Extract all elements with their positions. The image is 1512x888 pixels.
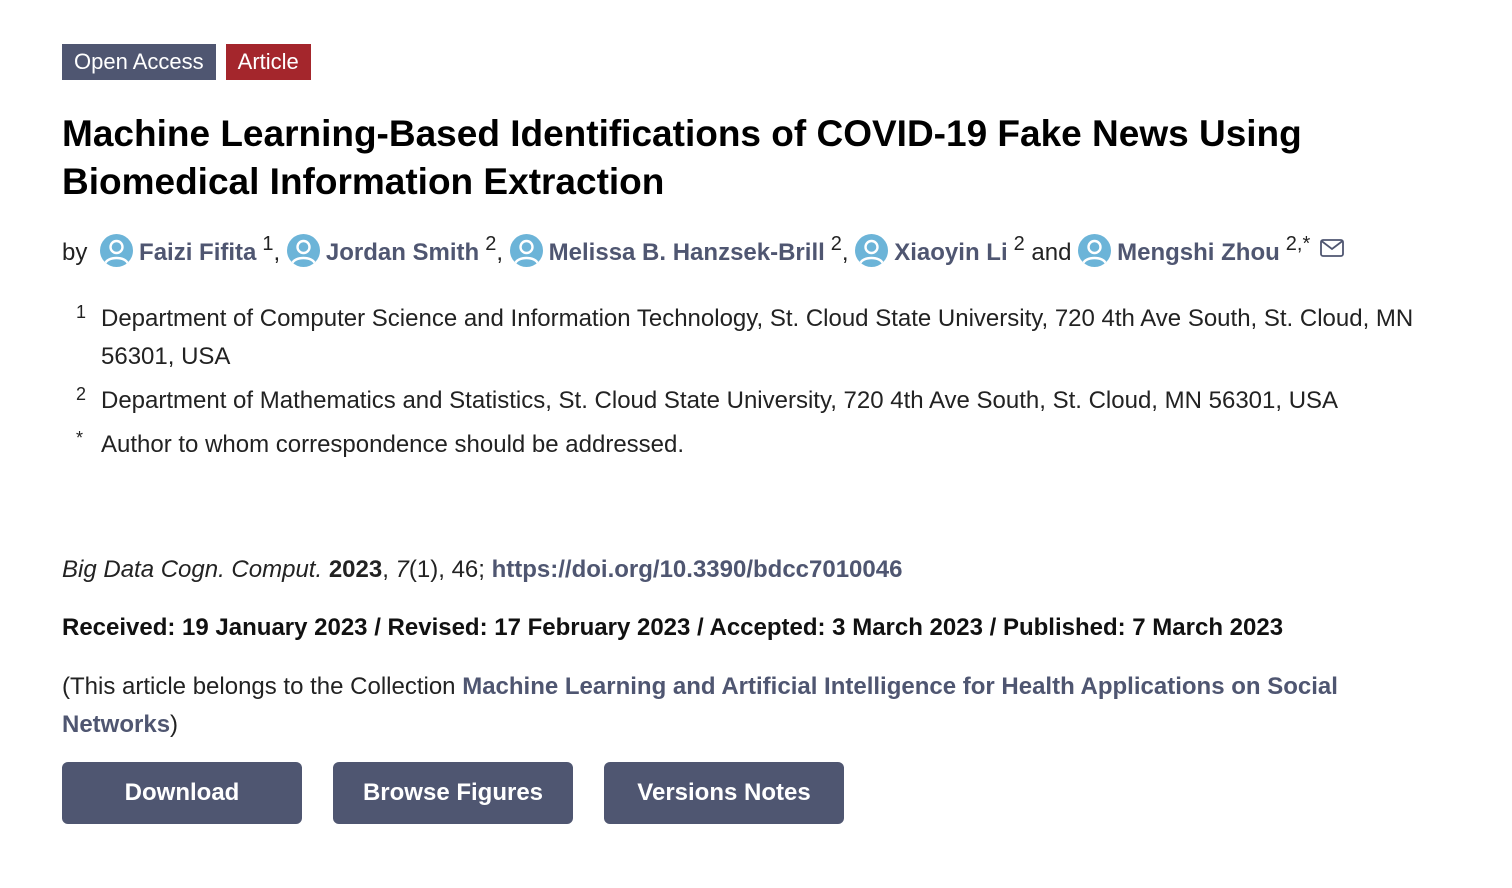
affiliation-sup: 2 bbox=[830, 233, 842, 255]
affiliation-sup: 2 bbox=[1013, 233, 1025, 255]
collection-suffix: ) bbox=[170, 711, 179, 738]
collection-prefix: (This article belongs to the Collection bbox=[62, 673, 463, 700]
article-badges: Open Access Article bbox=[62, 44, 311, 80]
browse-figures-button[interactable]: Browse Figures bbox=[333, 762, 573, 824]
author-name[interactable]: Melissa B. Hanzsek-Brill bbox=[549, 239, 825, 266]
user-avatar-icon bbox=[855, 234, 889, 267]
user-avatar-icon bbox=[509, 234, 543, 267]
author-name[interactable]: Mengshi Zhou bbox=[1117, 239, 1280, 266]
author-name[interactable]: Faizi Fifita bbox=[139, 239, 256, 266]
author-xiaoyin-li[interactable]: Xiaoyin Li bbox=[855, 234, 1008, 267]
open-access-badge[interactable]: Open Access bbox=[62, 44, 216, 80]
affiliation-sup: 2,* bbox=[1285, 233, 1311, 255]
author-name[interactable]: Xiaoyin Li bbox=[894, 239, 1007, 266]
download-button[interactable]: Download bbox=[62, 762, 302, 824]
user-avatar-icon bbox=[1078, 234, 1112, 267]
affiliation-number: 1 bbox=[76, 302, 87, 322]
affiliation-item: 2 Department of Mathematics and Statisti… bbox=[62, 382, 1442, 420]
citation-year: 2023 bbox=[328, 556, 383, 583]
citation-line: Big Data Cogn. Comput. 2023, 7(1), 46; h… bbox=[62, 556, 903, 583]
journal-name: Big Data Cogn. Comput. bbox=[62, 556, 323, 583]
author-name[interactable]: Jordan Smith bbox=[326, 239, 479, 266]
user-avatar-icon bbox=[100, 234, 134, 267]
versions-notes-button[interactable]: Versions Notes bbox=[604, 762, 844, 824]
author-separator: , bbox=[273, 239, 281, 266]
author-mengshi-zhou[interactable]: Mengshi Zhou bbox=[1078, 234, 1280, 267]
mail-envelope-icon[interactable] bbox=[1320, 231, 1345, 257]
author-separator: , bbox=[496, 239, 503, 266]
affiliation-item: * Author to whom correspondence should b… bbox=[62, 426, 1442, 464]
author-faizi-fifita[interactable]: Faizi Fifita bbox=[100, 234, 256, 267]
author-list: by Faizi Fifita 1, Jordan Smith 2, Melissa… bbox=[62, 224, 1345, 273]
by-label: by bbox=[62, 239, 88, 266]
and-label: and bbox=[1031, 239, 1072, 266]
affiliation-sup: 2 bbox=[485, 233, 497, 255]
article-title: Machine Learning-Based Identifications o… bbox=[62, 113, 1302, 202]
author-jordan-smith[interactable]: Jordan Smith bbox=[286, 234, 479, 267]
citation-issue-article: (1), 46; bbox=[408, 556, 485, 583]
affiliations-list: 1 Department of Computer Science and Inf… bbox=[62, 300, 1442, 470]
user-avatar-icon bbox=[286, 234, 320, 267]
article-type-badge[interactable]: Article bbox=[225, 44, 311, 80]
affiliation-item: 1 Department of Computer Science and Inf… bbox=[62, 300, 1442, 376]
publication-dates: Received: 19 January 2023 / Revised: 17 … bbox=[62, 614, 1284, 641]
citation-volume: 7 bbox=[395, 556, 409, 583]
article-actions: Download Browse Figures Versions Notes bbox=[62, 762, 844, 824]
affiliation-number: * bbox=[76, 428, 84, 448]
affiliation-number: 2 bbox=[76, 384, 87, 404]
collection-note: (This article belongs to the Collection … bbox=[62, 668, 1422, 744]
affiliation-sup: 1 bbox=[262, 233, 274, 255]
author-melissa-hanzsek-brill[interactable]: Melissa B. Hanzsek-Brill bbox=[509, 234, 825, 267]
affiliation-text: Department of Computer Science and Infor… bbox=[101, 305, 1414, 370]
affiliation-text: Author to whom correspondence should be … bbox=[101, 431, 685, 458]
author-separator: , bbox=[841, 239, 849, 266]
doi-link[interactable]: https://doi.org/10.3390/bdcc7010046 bbox=[492, 556, 903, 583]
affiliation-text: Department of Mathematics and Statistics… bbox=[101, 387, 1339, 414]
